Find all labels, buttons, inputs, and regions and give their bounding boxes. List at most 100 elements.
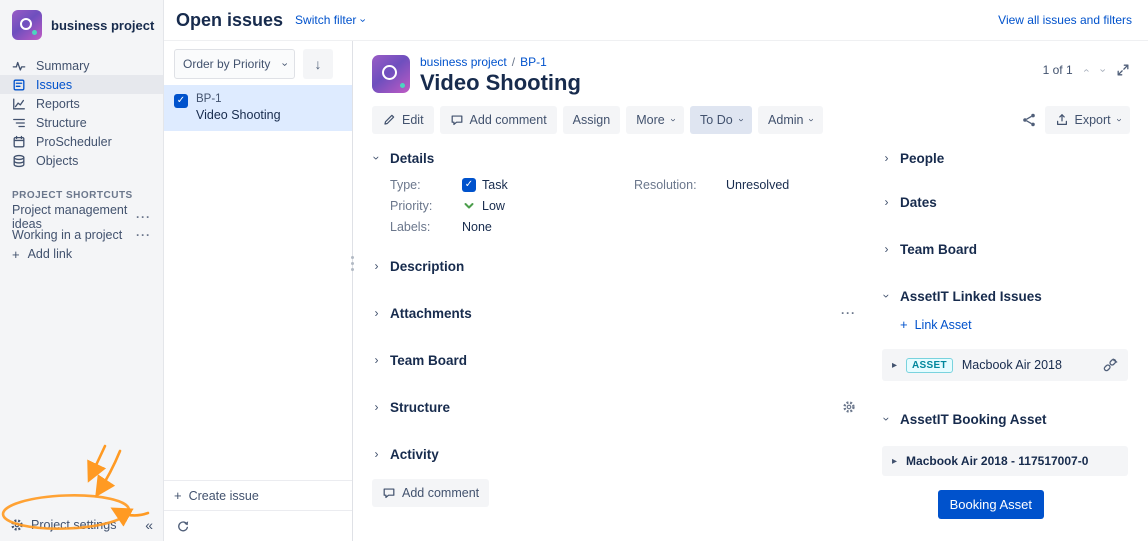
section-details[interactable]: › Details <box>372 148 856 168</box>
linked-asset-row[interactable]: ▸ ASSET Macbook Air 2018 <box>882 349 1128 381</box>
previous-issue-button[interactable]: › <box>1081 68 1092 72</box>
chevron-down-icon: › <box>357 18 368 22</box>
section-team-board-right[interactable]: › Team Board <box>882 239 1128 259</box>
refresh-row <box>164 510 352 541</box>
switch-filter-link[interactable]: Switch filter › <box>295 13 364 27</box>
booking-asset-button[interactable]: Booking Asset <box>938 490 1044 519</box>
project-avatar <box>12 10 42 40</box>
issue-key: BP-1 <box>196 93 281 105</box>
assign-button[interactable]: Assign <box>563 106 621 134</box>
reports-icon <box>12 97 26 111</box>
breadcrumb-issue-key-link[interactable]: BP-1 <box>520 55 547 69</box>
chevron-down-icon: › <box>1113 118 1123 121</box>
next-issue-button[interactable]: › <box>1097 68 1108 72</box>
issue-summary: Video Shooting <box>196 108 281 122</box>
avatar-glyph <box>382 65 397 80</box>
section-assetit-booking-asset[interactable]: › AssetIT Booking Asset <box>882 409 1128 429</box>
shortcut-label: Project management ideas <box>12 203 136 231</box>
project-shortcuts-header: PROJECT SHORTCUTS <box>12 190 151 201</box>
share-button[interactable] <box>1021 112 1037 128</box>
structure-settings-gear-icon[interactable] <box>842 400 856 414</box>
switch-filter-label: Switch filter <box>295 13 356 27</box>
booking-asset-row[interactable]: ▸ Macbook Air 2018 - 117517007-0 <box>882 446 1128 476</box>
issue-list-panel: Order by Priority › ↓ ✓ BP-1 Video Shoot… <box>164 41 353 541</box>
issues-icon <box>12 78 26 92</box>
export-icon <box>1055 113 1069 127</box>
plus-icon: + <box>900 317 908 332</box>
more-button[interactable]: More › <box>626 106 684 134</box>
section-dates[interactable]: › Dates <box>882 192 1128 212</box>
sidebar-item-proscheduler[interactable]: ProScheduler <box>0 132 163 151</box>
booking-button-row: Booking Asset <box>882 490 1128 519</box>
status-button[interactable]: To Do › <box>690 106 752 134</box>
create-issue-button[interactable]: + Create issue <box>164 480 352 510</box>
issue-checkbox[interactable]: ✓ <box>174 94 188 108</box>
sidebar-item-structure[interactable]: Structure <box>0 113 163 132</box>
labels-value: None <box>462 220 634 234</box>
export-label: Export <box>1075 113 1111 127</box>
view-all-issues-link[interactable]: View all issues and filters <box>998 13 1132 27</box>
sidebar-item-summary[interactable]: Summary <box>0 56 163 75</box>
export-button[interactable]: Export › <box>1045 106 1130 134</box>
project-header: business project <box>0 0 163 52</box>
comment-icon <box>450 113 464 127</box>
shortcut-project-management-ideas[interactable]: Project management ideas ··· <box>0 208 163 226</box>
sidebar-item-label: Issues <box>36 78 72 92</box>
avatar-dot <box>32 30 37 35</box>
admin-label: Admin <box>768 113 803 127</box>
refresh-button[interactable] <box>176 519 190 533</box>
issue-content: › Details Type: ✓ Task Resolution: Unres… <box>372 148 1130 519</box>
more-options-icon[interactable]: ··· <box>136 210 151 224</box>
sidebar-item-label: Objects <box>36 154 78 168</box>
issue-type-avatar <box>372 55 410 93</box>
asset-name: Macbook Air 2018 <box>962 358 1062 372</box>
sidebar-nav: Summary Issues Reports Structure ProSche… <box>0 52 163 170</box>
type-value-text: Task <box>482 178 508 192</box>
sort-direction-button[interactable]: ↓ <box>303 49 333 79</box>
add-comment-button[interactable]: Add comment <box>440 106 557 134</box>
chevron-right-icon: › <box>372 260 381 272</box>
unlink-icon[interactable] <box>1102 357 1118 373</box>
proscheduler-icon <box>12 135 26 149</box>
section-title: People <box>900 151 944 166</box>
section-title: Structure <box>390 400 450 415</box>
create-issue-label: Create issue <box>189 489 259 503</box>
section-structure[interactable]: › Structure <box>372 397 856 417</box>
chevron-right-icon: › <box>372 401 381 413</box>
pager-count: 1 of 1 <box>1043 63 1073 77</box>
task-type-icon: ✓ <box>462 178 476 192</box>
sidebar-item-label: Summary <box>36 59 89 73</box>
link-asset-button[interactable]: + Link Asset <box>900 317 1128 332</box>
caret-right-icon[interactable]: ▸ <box>892 360 897 371</box>
caret-right-icon[interactable]: ▸ <box>892 456 897 467</box>
section-description[interactable]: › Description <box>372 256 856 276</box>
chevron-down-icon: › <box>371 154 383 163</box>
breadcrumb-project-link[interactable]: business project <box>420 55 507 69</box>
section-title: AssetIT Booking Asset <box>900 412 1047 427</box>
avatar-glyph <box>20 18 32 30</box>
more-options-icon[interactable]: ··· <box>136 228 151 242</box>
collapse-sidebar-button[interactable]: « <box>145 517 153 533</box>
attachments-more-options-icon[interactable]: ··· <box>841 306 856 320</box>
section-assetit-linked-issues[interactable]: › AssetIT Linked Issues <box>882 286 1128 306</box>
issue-list-item[interactable]: ✓ BP-1 Video Shooting <box>164 85 352 131</box>
admin-button[interactable]: Admin › <box>758 106 823 134</box>
project-name: business project <box>51 18 154 33</box>
sidebar-item-objects[interactable]: Objects <box>0 151 163 170</box>
section-attachments[interactable]: › Attachments ··· <box>372 303 856 323</box>
section-team-board[interactable]: › Team Board <box>372 350 856 370</box>
add-comment-footer-button[interactable]: Add comment <box>372 479 489 507</box>
priority-label: Priority: <box>390 199 462 213</box>
shortcut-working-in-a-project[interactable]: Working in a project ··· <box>0 226 163 244</box>
page-title: Open issues <box>176 10 283 31</box>
edit-button[interactable]: Edit <box>372 106 434 134</box>
expand-icon[interactable] <box>1116 63 1130 77</box>
sidebar-item-label: Reports <box>36 97 80 111</box>
section-people[interactable]: › People <box>882 148 1128 168</box>
add-link-button[interactable]: + Add link <box>0 245 163 263</box>
section-activity[interactable]: › Activity <box>372 444 856 464</box>
sidebar-item-issues[interactable]: Issues <box>0 75 163 94</box>
sidebar-item-reports[interactable]: Reports <box>0 94 163 113</box>
project-settings-label[interactable]: Project settings <box>31 518 116 532</box>
order-by-select[interactable]: Order by Priority › <box>174 49 295 79</box>
